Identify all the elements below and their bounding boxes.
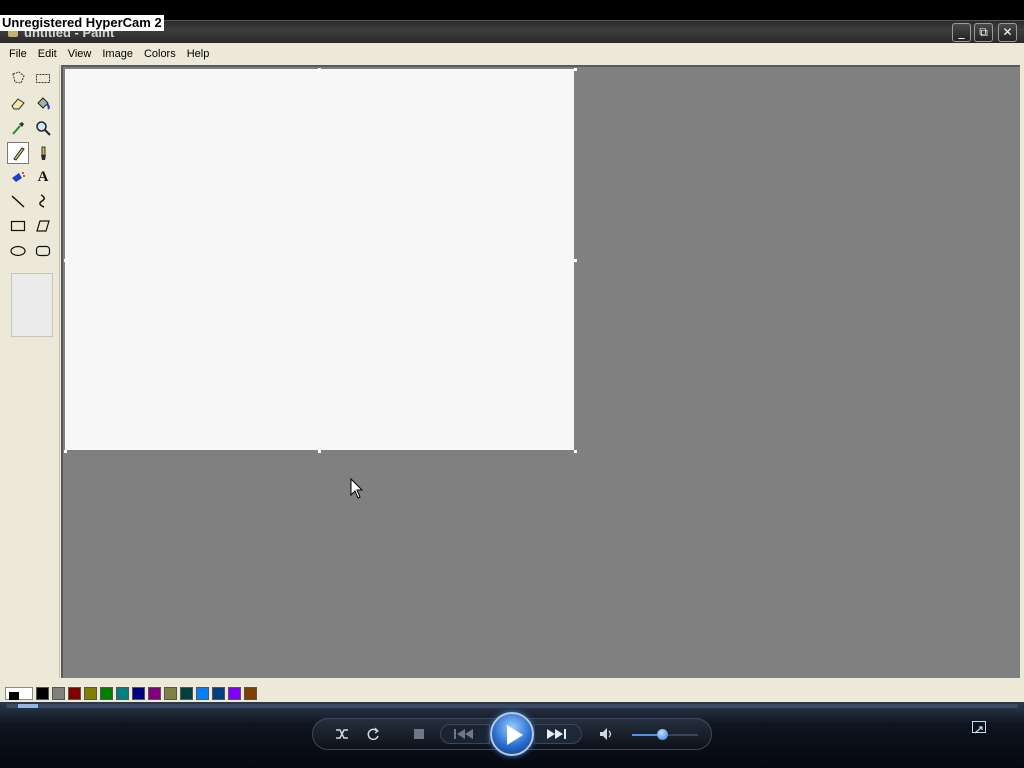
palette-swatch[interactable]	[196, 687, 209, 700]
foreground-color	[9, 692, 19, 700]
palette-swatch[interactable]	[132, 687, 145, 700]
menu-bar: File Edit View Image Colors Help	[0, 43, 1024, 64]
menu-image[interactable]: Image	[97, 46, 138, 62]
line-icon	[11, 195, 25, 208]
toolbox: A	[4, 65, 60, 678]
ellipse-icon	[10, 245, 26, 257]
resize-handle-left	[64, 259, 67, 262]
tool-text[interactable]: A	[32, 166, 54, 188]
tool-select[interactable]	[32, 67, 54, 89]
rounded-rectangle-icon	[35, 245, 51, 257]
resize-handle-bottom-left	[64, 450, 67, 453]
resize-handle-bottom-right[interactable]	[574, 450, 577, 453]
palette-swatch[interactable]	[164, 687, 177, 700]
rect-select-icon	[36, 74, 50, 83]
minimize-button[interactable]: _	[952, 23, 971, 42]
next-icon	[547, 729, 566, 739]
palette-swatch[interactable]	[148, 687, 161, 700]
text-icon: A	[37, 168, 49, 185]
tool-airbrush[interactable]	[7, 166, 29, 188]
resize-handle-bottom[interactable]	[318, 450, 321, 453]
free-select-icon	[12, 71, 25, 84]
repeat-button[interactable]	[364, 722, 382, 746]
tool-pick-color[interactable]	[7, 117, 29, 139]
fill-bucket-icon	[37, 97, 50, 110]
eyedropper-icon	[12, 122, 24, 135]
canvas-workspace	[61, 65, 1020, 678]
seek-bar[interactable]	[6, 704, 1018, 708]
brush-icon	[41, 146, 46, 160]
menu-help[interactable]: Help	[182, 46, 215, 62]
current-colors-indicator	[5, 687, 33, 700]
tool-polygon[interactable]	[32, 215, 54, 237]
palette-swatch[interactable]	[228, 687, 241, 700]
volume-icon	[600, 728, 612, 740]
palette-swatch[interactable]	[36, 687, 49, 700]
rectangle-icon	[10, 220, 26, 232]
resize-handle-top	[318, 68, 321, 71]
tool-rounded-rectangle[interactable]	[32, 240, 54, 262]
seek-thumb[interactable]	[18, 704, 38, 708]
palette-swatch[interactable]	[244, 687, 257, 700]
tool-pencil[interactable]	[7, 142, 29, 164]
menu-view[interactable]: View	[63, 46, 97, 62]
fullscreen-button[interactable]	[972, 721, 986, 734]
stop-button[interactable]	[410, 722, 428, 746]
palette-swatch[interactable]	[100, 687, 113, 700]
menu-file[interactable]: File	[4, 46, 32, 62]
close-button[interactable]: ✕	[998, 23, 1017, 42]
polygon-icon	[36, 220, 50, 232]
tool-ellipse[interactable]	[7, 240, 29, 262]
maximize-button[interactable]: ⧉	[974, 23, 993, 42]
tool-curve[interactable]	[32, 190, 54, 212]
curve-icon	[39, 194, 45, 208]
menu-colors[interactable]: Colors	[139, 46, 181, 62]
mute-button[interactable]	[598, 722, 616, 746]
pencil-icon	[13, 147, 25, 161]
volume-thumb[interactable]	[657, 729, 668, 740]
media-player-bar	[0, 702, 1024, 768]
play-button[interactable]	[490, 712, 534, 756]
airbrush-icon	[12, 172, 25, 182]
menu-edit[interactable]: Edit	[33, 46, 62, 62]
palette-swatch[interactable]	[212, 687, 225, 700]
hypercam-watermark: Unregistered HyperCam 2	[0, 15, 164, 31]
palette-swatch[interactable]	[52, 687, 65, 700]
stop-icon	[414, 729, 424, 739]
tool-options-panel[interactable]	[11, 273, 53, 337]
next-button[interactable]	[534, 724, 582, 744]
palette-swatch[interactable]	[180, 687, 193, 700]
tool-rectangle[interactable]	[7, 215, 29, 237]
mouse-cursor-icon	[350, 478, 364, 499]
magnifier-icon	[36, 121, 51, 136]
shuffle-icon	[336, 729, 348, 739]
play-icon	[507, 725, 523, 745]
tool-eraser[interactable]	[7, 92, 29, 114]
resize-handle-right[interactable]	[574, 259, 577, 262]
fullscreen-icon	[974, 726, 983, 734]
drawing-canvas[interactable]	[65, 69, 574, 450]
repeat-icon	[367, 727, 379, 741]
tool-brush[interactable]	[32, 142, 54, 164]
tool-fill-with-color[interactable]	[32, 92, 54, 114]
paint-window: untitled - Paint _ ⧉ ✕ File Edit View Im…	[0, 20, 1024, 702]
shuffle-button[interactable]	[333, 722, 351, 746]
tool-line[interactable]	[7, 190, 29, 212]
palette-swatch[interactable]	[68, 687, 81, 700]
eraser-icon	[11, 98, 25, 110]
palette-swatch[interactable]	[116, 687, 129, 700]
tool-free-form-select[interactable]	[7, 67, 29, 89]
previous-button[interactable]	[440, 724, 490, 744]
previous-icon	[454, 729, 473, 739]
tool-magnifier[interactable]	[32, 117, 54, 139]
color-palette	[0, 678, 1020, 702]
palette-swatch[interactable]	[84, 687, 97, 700]
resize-handle-top-right	[574, 68, 577, 71]
